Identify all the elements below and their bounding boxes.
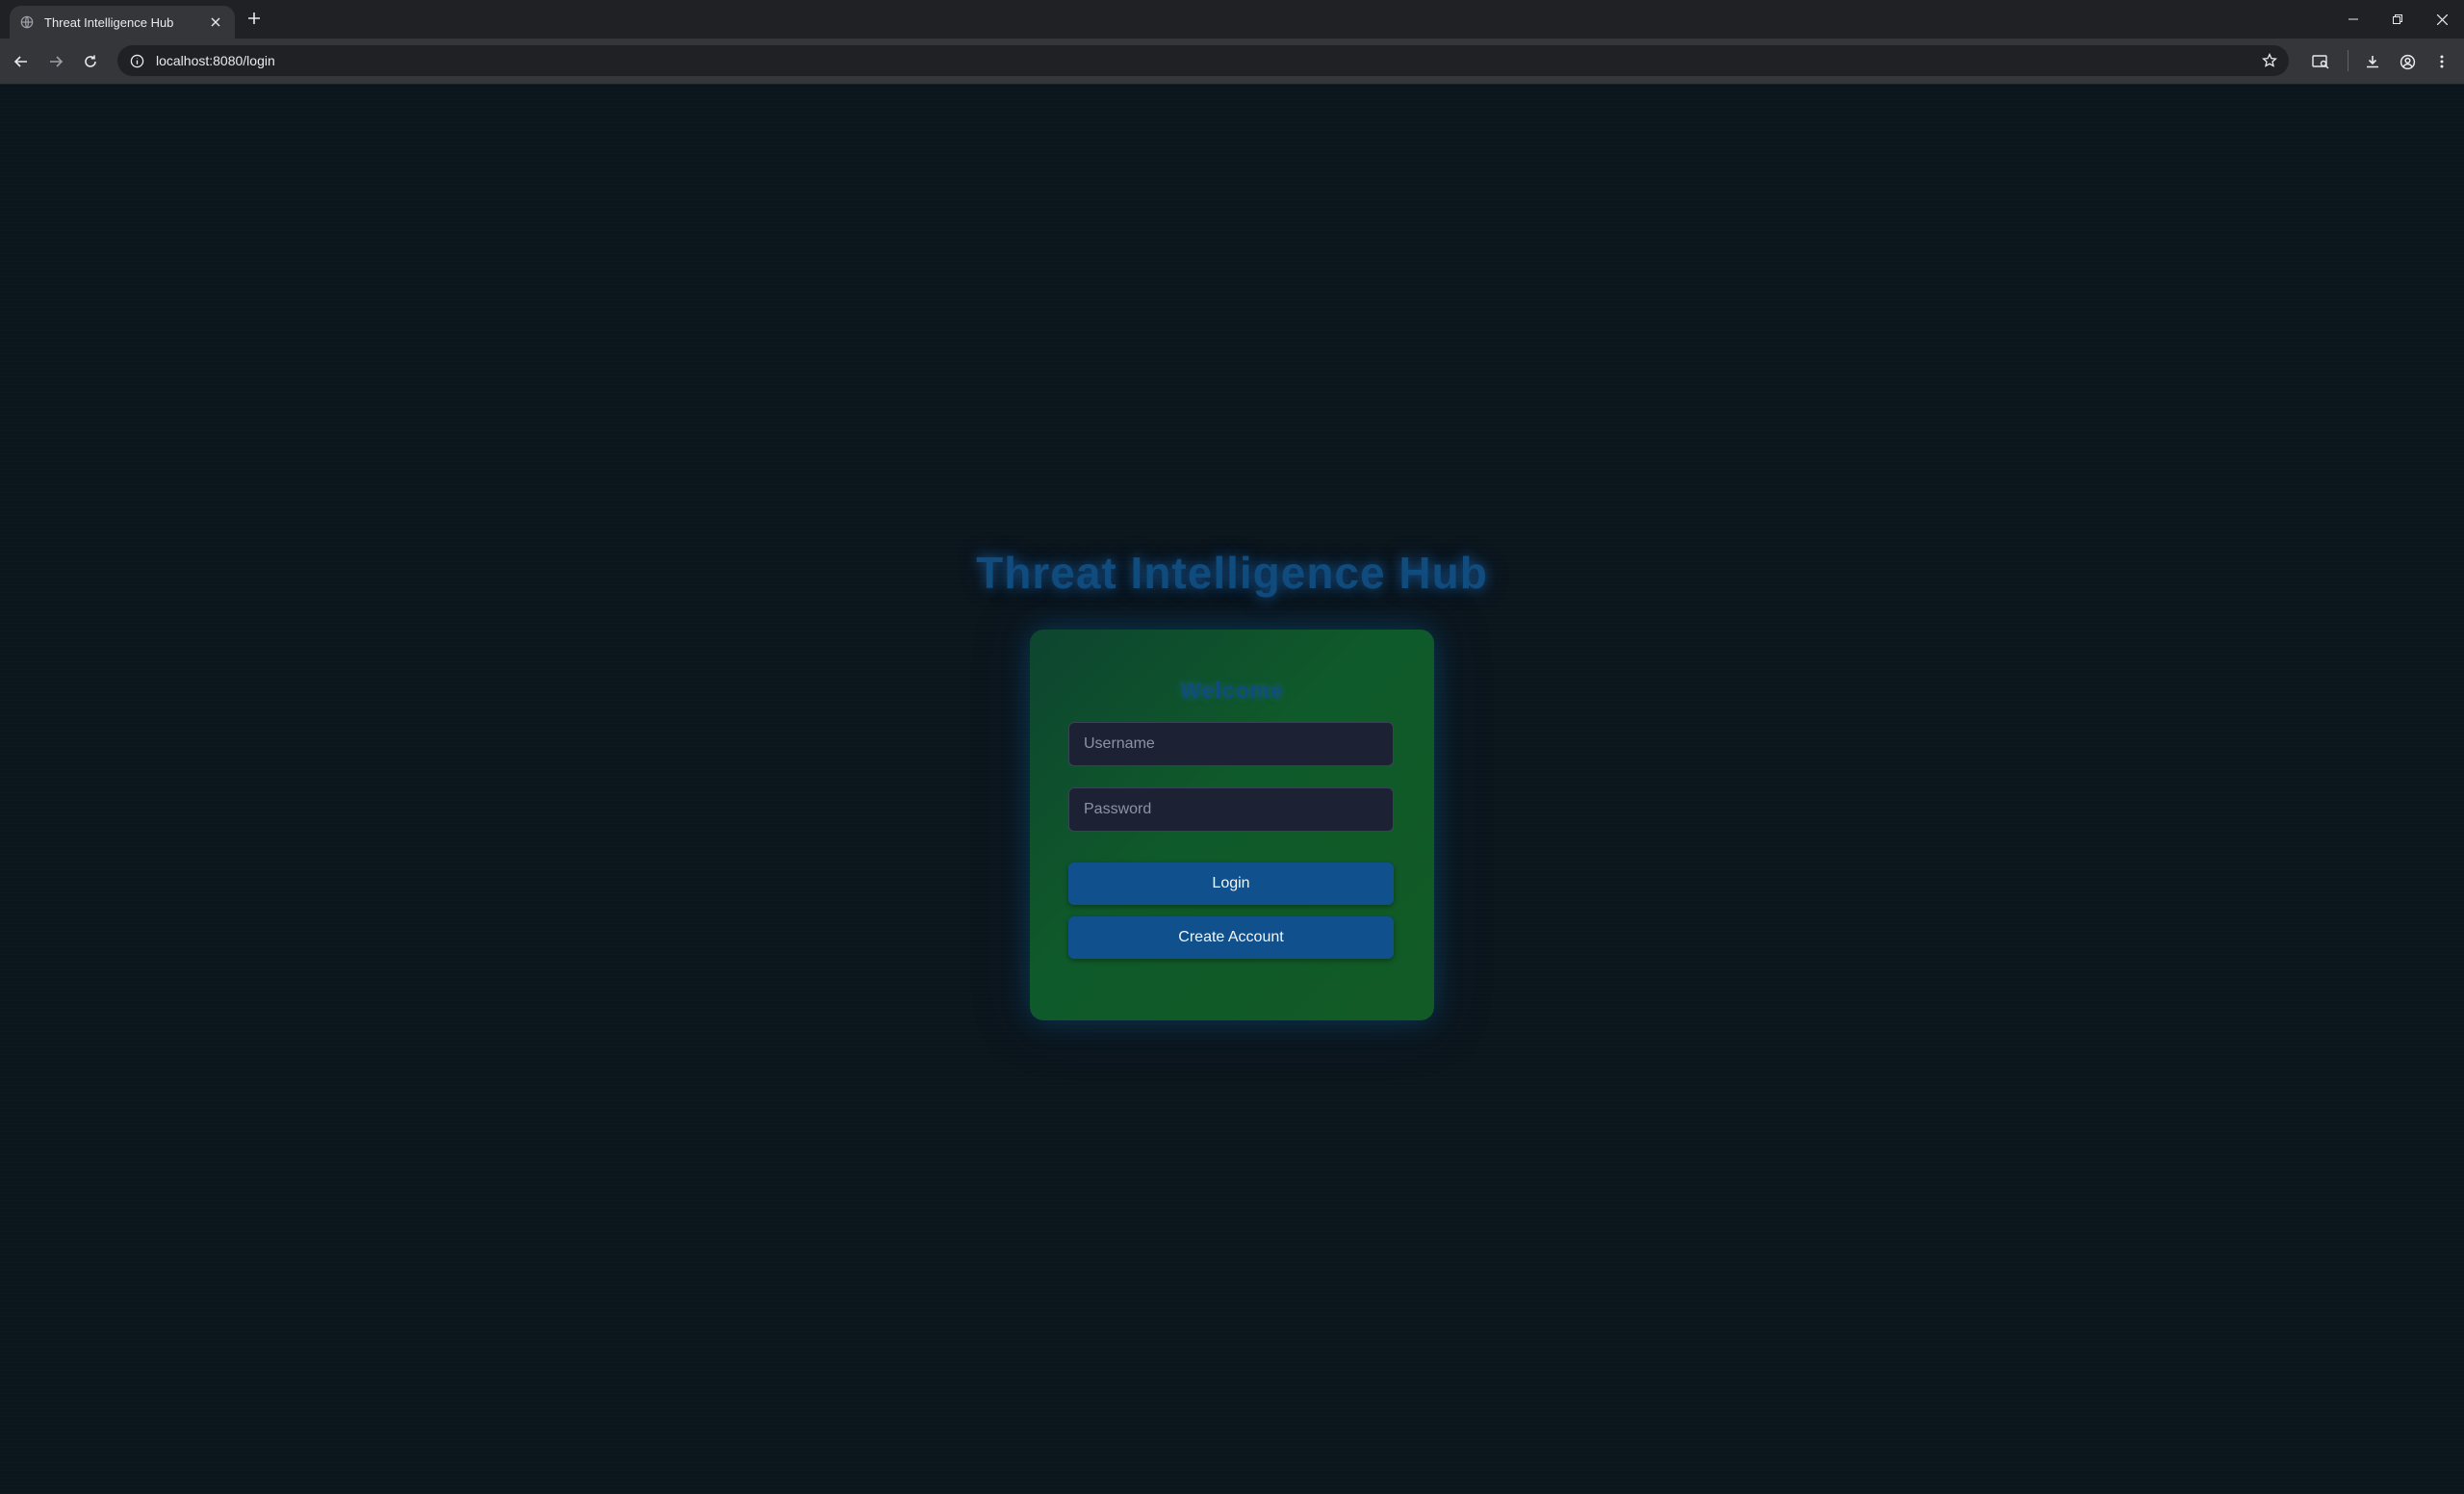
kebab-menu-icon[interactable] [2428,48,2455,75]
close-icon[interactable] [206,13,225,32]
browser-tab-strip: Threat Intelligence Hub [0,0,2464,39]
login-card: Welcome Login Create Account [1030,630,1434,1020]
reload-icon[interactable] [77,48,104,75]
download-icon[interactable] [2359,48,2386,75]
tab-title: Threat Intelligence Hub [44,14,174,30]
create-account-button[interactable]: Create Account [1068,916,1394,959]
arrow-right-icon[interactable] [42,48,69,75]
plus-icon[interactable] [244,8,265,29]
url-text[interactable]: localhost:8080/login [156,53,275,68]
app-title: Threat Intelligence Hub [976,548,1488,598]
address-bar[interactable]: localhost:8080/login [117,45,2289,76]
arrow-left-icon[interactable] [8,48,35,75]
profile-icon[interactable] [2394,48,2421,75]
browser-tab[interactable]: Threat Intelligence Hub [10,6,235,39]
password-input[interactable] [1068,787,1394,832]
window-controls [2331,0,2464,39]
page-viewport: Threat Intelligence Hub Welcome Login Cr… [0,85,2464,1494]
globe-icon [19,14,35,30]
close-window-icon[interactable] [2420,0,2464,39]
login-button[interactable]: Login [1068,863,1394,905]
restore-icon[interactable] [2375,0,2420,39]
card-heading: Welcome [1180,678,1284,703]
info-icon[interactable] [127,51,146,70]
star-icon[interactable] [2260,51,2279,70]
minimize-icon[interactable] [2331,0,2375,39]
browser-toolbar: localhost:8080/login [0,39,2464,85]
username-input[interactable] [1068,722,1394,766]
reading-mode-icon[interactable] [2307,48,2334,75]
